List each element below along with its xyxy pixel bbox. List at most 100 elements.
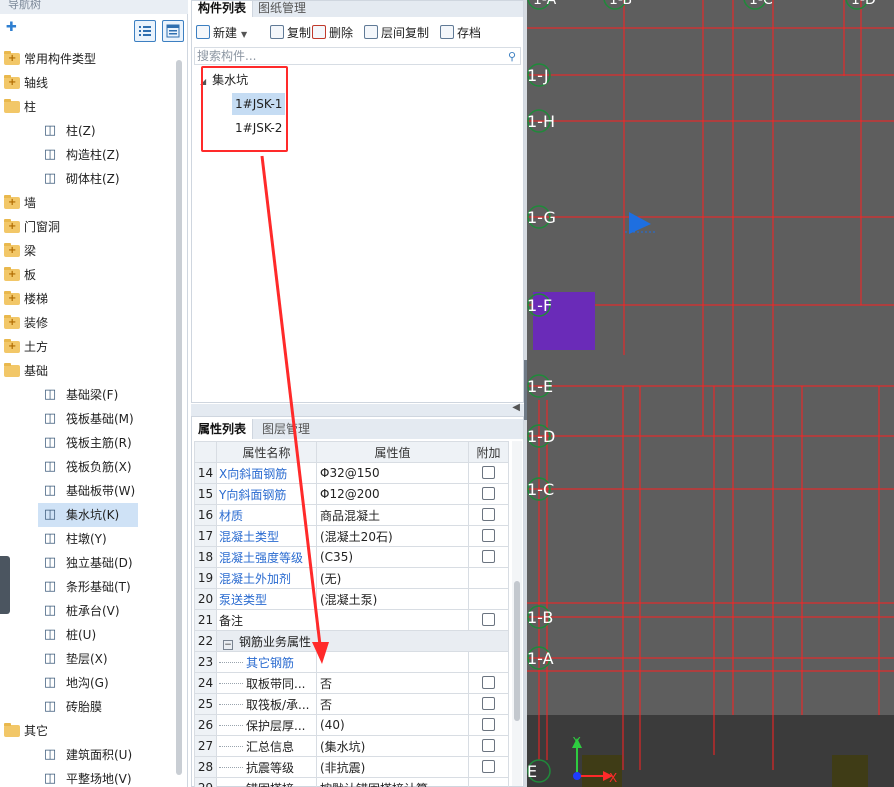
- nav-item[interactable]: ◫ 筏板基础(M): [38, 407, 168, 431]
- component-search-input[interactable]: 搜索构件... ⚲: [194, 47, 521, 65]
- property-row[interactable]: 27 汇总信息 (集水坑): [194, 735, 509, 757]
- property-checkbox[interactable]: [482, 613, 495, 626]
- nav-item[interactable]: ◫ 砌体柱(Z): [38, 167, 168, 191]
- property-row[interactable]: 29 锚固搭接 按默认锚固搭接计算: [194, 777, 509, 787]
- panel-splitter[interactable]: ◀: [191, 402, 524, 416]
- nav-item[interactable]: ◫ 平整场地(V): [38, 767, 168, 787]
- nav-item[interactable]: + 楼梯: [4, 287, 164, 311]
- expand-plus-icon[interactable]: +: [8, 293, 16, 304]
- property-value[interactable]: [316, 609, 469, 631]
- folder-open-icon[interactable]: [4, 363, 20, 377]
- nav-item[interactable]: ◫ 集水坑(K): [38, 503, 138, 527]
- folder-icon[interactable]: +: [4, 219, 20, 233]
- nav-item[interactable]: + 装修: [4, 311, 164, 335]
- folder-icon[interactable]: +: [4, 75, 20, 89]
- chevron-down-icon[interactable]: ▼: [241, 30, 247, 39]
- search-icon[interactable]: ⚲: [508, 49, 516, 65]
- nav-item[interactable]: + 土方: [4, 335, 164, 359]
- nav-item[interactable]: 基础: [4, 359, 164, 383]
- property-value[interactable]: 否: [316, 672, 469, 694]
- property-value[interactable]: 商品混凝土: [316, 504, 469, 526]
- folder-icon[interactable]: +: [4, 291, 20, 305]
- nav-scrollbar[interactable]: [174, 46, 184, 787]
- property-checkbox[interactable]: [482, 718, 495, 731]
- nav-item[interactable]: + 墙: [4, 191, 164, 215]
- folder-icon[interactable]: +: [4, 315, 20, 329]
- folder-icon[interactable]: +: [4, 267, 20, 281]
- property-row[interactable]: 28 抗震等级 (非抗震): [194, 756, 509, 778]
- nav-item[interactable]: + 梁: [4, 239, 164, 263]
- nav-item[interactable]: + 常用构件类型: [4, 47, 164, 71]
- property-value[interactable]: [316, 651, 469, 673]
- drawing-canvas[interactable]: 1-J 1-H 1-G 1-F 1-E 1-D 1-C 1-B 1-A E 1-A 1-B 1-C 1-D…: [527, 0, 894, 787]
- property-checkbox[interactable]: [482, 697, 495, 710]
- nav-item[interactable]: ◫ 垫层(X): [38, 647, 168, 671]
- property-value[interactable]: Φ32@150: [316, 462, 469, 484]
- property-row[interactable]: 24 取板带同... 否: [194, 672, 509, 694]
- nav-item[interactable]: ◫ 桩(U): [38, 623, 168, 647]
- folder-icon[interactable]: +: [4, 243, 20, 257]
- detail-view-button[interactable]: [162, 20, 184, 42]
- property-row[interactable]: 19 混凝土外加剂 (无): [194, 567, 509, 589]
- side-collapse-handle[interactable]: [0, 556, 10, 614]
- tab-drawing-management[interactable]: 图纸管理: [252, 1, 312, 17]
- expand-plus-icon[interactable]: +: [8, 53, 16, 64]
- property-row[interactable]: 20 泵送类型 (混凝土泵): [194, 588, 509, 610]
- property-row[interactable]: 18 混凝土强度等级 (C35): [194, 546, 509, 568]
- expand-plus-icon[interactable]: +: [8, 269, 16, 280]
- expand-plus-icon[interactable]: +: [8, 317, 16, 328]
- nav-item[interactable]: ◫ 构造柱(Z): [38, 143, 168, 167]
- nav-item[interactable]: + 板: [4, 263, 164, 287]
- archive-button[interactable]: 存档: [440, 23, 481, 43]
- property-checkbox[interactable]: [482, 676, 495, 689]
- property-value[interactable]: (40): [316, 714, 469, 736]
- copy-button[interactable]: 复制: [270, 23, 311, 43]
- property-checkbox[interactable]: [482, 487, 495, 500]
- property-checkbox[interactable]: [482, 739, 495, 752]
- nav-item[interactable]: ◫ 基础梁(F): [38, 383, 168, 407]
- nav-item[interactable]: ◫ 独立基础(D): [38, 551, 168, 575]
- property-checkbox[interactable]: [482, 466, 495, 479]
- property-row[interactable]: 23 其它钢筋: [194, 651, 509, 673]
- property-value[interactable]: (集水坑): [316, 735, 469, 757]
- folder-icon[interactable]: +: [4, 339, 20, 353]
- property-value[interactable]: Φ12@200: [316, 483, 469, 505]
- property-row[interactable]: 25 取筏板/承... 否: [194, 693, 509, 715]
- property-row[interactable]: 16 材质 商品混凝土: [194, 504, 509, 526]
- folder-icon[interactable]: +: [4, 51, 20, 65]
- folder-open-icon[interactable]: [4, 723, 20, 737]
- nav-item[interactable]: ◫ 柱(Z): [38, 119, 168, 143]
- nav-item[interactable]: ◫ 桩承台(V): [38, 599, 168, 623]
- nav-item[interactable]: ◫ 条形基础(T): [38, 575, 168, 599]
- property-value[interactable]: (混凝土泵): [316, 588, 469, 610]
- expand-plus-icon[interactable]: +: [8, 197, 16, 208]
- property-checkbox[interactable]: [482, 529, 495, 542]
- property-scrollbar[interactable]: [512, 441, 522, 786]
- nav-item[interactable]: ◫ 柱墩(Y): [38, 527, 168, 551]
- property-checkbox[interactable]: [482, 760, 495, 773]
- expand-plus-icon[interactable]: +: [8, 245, 16, 256]
- chevron-left-icon[interactable]: ◀: [512, 402, 520, 413]
- floor-copy-button[interactable]: 层间复制: [364, 23, 429, 43]
- property-value[interactable]: (C35): [316, 546, 469, 568]
- folder-open-icon[interactable]: [4, 99, 20, 113]
- delete-button[interactable]: 删除: [312, 23, 353, 43]
- property-checkbox[interactable]: [482, 550, 495, 563]
- property-row[interactable]: 21 备注: [194, 609, 509, 631]
- nav-item[interactable]: 柱: [4, 95, 164, 119]
- new-button[interactable]: 新建 ▼: [196, 23, 247, 43]
- expand-plus-icon[interactable]: +: [8, 341, 16, 352]
- tab-property-list[interactable]: 属性列表: [192, 419, 254, 439]
- expand-plus-icon[interactable]: +: [8, 221, 16, 232]
- property-value[interactable]: (无): [316, 567, 469, 589]
- property-checkbox[interactable]: [482, 508, 495, 521]
- nav-item[interactable]: ◫ 地沟(G): [38, 671, 168, 695]
- nav-item[interactable]: ◫ 建筑面积(U): [38, 743, 168, 767]
- list-view-button[interactable]: [134, 20, 156, 42]
- folder-icon[interactable]: +: [4, 195, 20, 209]
- nav-item[interactable]: + 轴线: [4, 71, 164, 95]
- property-value[interactable]: 按默认锚固搭接计算: [316, 777, 469, 787]
- property-value[interactable]: (非抗震): [316, 756, 469, 778]
- add-icon[interactable]: ✚: [6, 20, 17, 35]
- property-row[interactable]: 17 混凝土类型 (混凝土20石): [194, 525, 509, 547]
